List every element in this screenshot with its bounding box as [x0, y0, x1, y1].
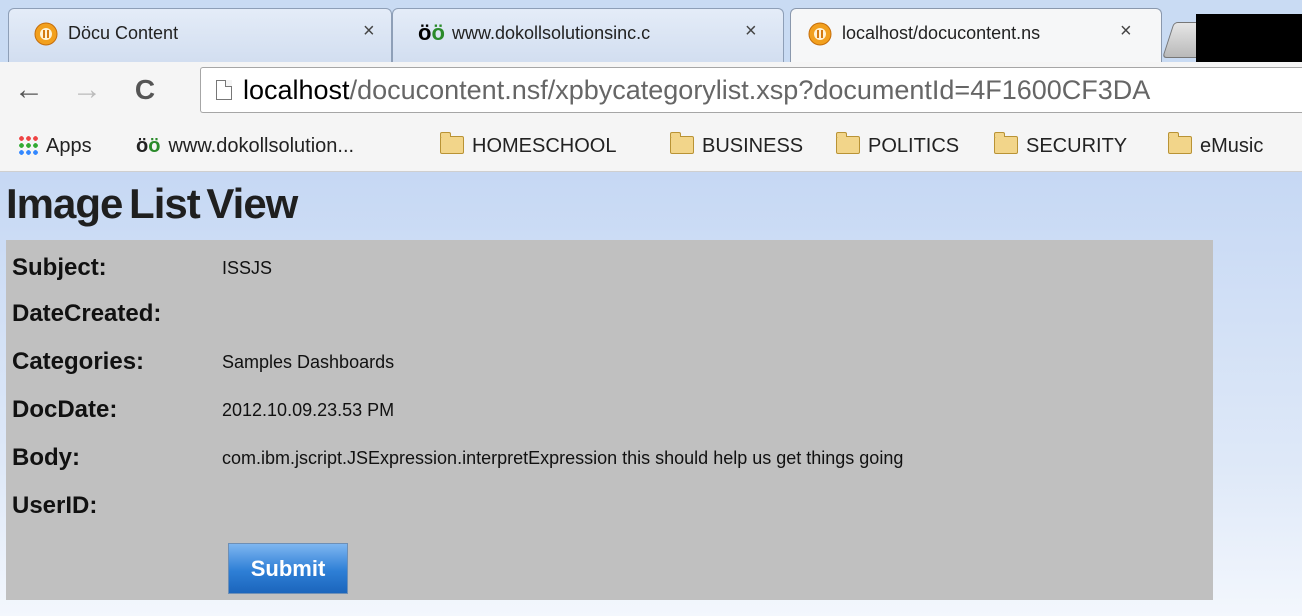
url-text[interactable]: localhost/docucontent.nsf/xpbycategoryli…: [243, 75, 1150, 106]
page-icon: [216, 80, 232, 100]
lotus-favicon-icon: [34, 22, 58, 46]
reload-icon[interactable]: C: [130, 72, 160, 108]
bookmark-label: eMusic: [1200, 135, 1264, 157]
tab-title: www.dokollsolutionsinc.c: [452, 23, 651, 43]
url-host: localhost: [243, 75, 350, 105]
bookmark-label: www.dokollsolution...: [168, 135, 355, 157]
folder-icon: [1168, 132, 1192, 154]
tab-strip: Döcu Content × öö www.dokollsolutionsinc…: [0, 0, 1302, 62]
categories-value: Samples Dashboards: [222, 352, 395, 372]
tab-title: localhost/docucontent.ns: [842, 23, 1041, 43]
tab-dokoll[interactable]: öö www.dokollsolutionsinc.c ×: [392, 8, 784, 62]
userid-label: UserID:: [12, 492, 98, 519]
bookmark-label: BUSINESS: [702, 135, 804, 157]
lotus-favicon-icon: [808, 22, 832, 46]
tab-close-icon[interactable]: ×: [363, 21, 375, 41]
docdate-label: DocDate:: [12, 396, 118, 423]
bookmark-politics[interactable]: POLITICS: [836, 132, 960, 159]
folder-icon: [994, 132, 1018, 154]
bookmark-label: Apps: [46, 135, 92, 157]
datecreated-label: DateCreated:: [12, 300, 162, 327]
subject-value: ISSJS: [222, 258, 273, 278]
browser-toolbar: ← → C localhost/docucontent.nsf/xpbycate…: [0, 62, 1302, 120]
bookmark-label: SECURITY: [1026, 135, 1128, 157]
tab-localhost[interactable]: localhost/docucontent.ns ×: [790, 8, 1162, 62]
folder-icon: [440, 132, 464, 154]
bookmark-business[interactable]: BUSINESS: [670, 132, 804, 159]
bookmark-homeschool[interactable]: HOMESCHOOL: [440, 132, 617, 159]
subject-label: Subject:: [12, 254, 107, 281]
document-form: Subject: ISSJS DateCreated: Categories: …: [6, 240, 1213, 600]
back-arrow-icon[interactable]: ←: [14, 72, 44, 108]
bookmark-emusic[interactable]: eMusic: [1168, 132, 1264, 159]
body-value: com.ibm.jscript.JSExpression.interpretEx…: [222, 448, 904, 468]
bookmark-apps[interactable]: Apps: [18, 133, 92, 159]
folder-icon: [836, 132, 860, 154]
bookmark-security[interactable]: SECURITY: [994, 132, 1128, 159]
categories-label: Categories:: [12, 348, 145, 375]
url-path: /docucontent.nsf/xpbycategorylist.xsp?do…: [349, 75, 1151, 105]
body-label: Body:: [12, 444, 80, 471]
page-content: Image List View Subject: ISSJS DateCreat…: [0, 172, 1302, 616]
submit-button[interactable]: Submit: [228, 543, 348, 594]
bookmark-label: HOMESCHOOL: [472, 135, 617, 157]
oo-logo-icon: öö: [136, 135, 161, 157]
bookmarks-bar: Apps öö www.dokollsolution... HOMESCHOOL …: [0, 120, 1302, 172]
forward-arrow-icon[interactable]: →: [72, 72, 102, 108]
bookmark-label: POLITICS: [868, 135, 960, 157]
folder-icon: [670, 132, 694, 154]
tab-close-icon[interactable]: ×: [1120, 21, 1132, 41]
bookmark-dokoll[interactable]: öö www.dokollsolution...: [136, 133, 354, 159]
address-bar[interactable]: localhost/docucontent.nsf/xpbycategoryli…: [200, 67, 1302, 113]
tab-docu-content[interactable]: Döcu Content ×: [8, 8, 392, 62]
tab-close-icon[interactable]: ×: [745, 21, 757, 41]
page-title: Image List View: [6, 180, 298, 227]
apps-grid-icon: [18, 135, 38, 155]
tab-title: Döcu Content: [68, 23, 179, 43]
oo-logo-icon: öö: [418, 20, 445, 45]
docdate-value: 2012.10.09.23.53 PM: [222, 400, 395, 420]
tabstrip-background: [1196, 14, 1302, 62]
